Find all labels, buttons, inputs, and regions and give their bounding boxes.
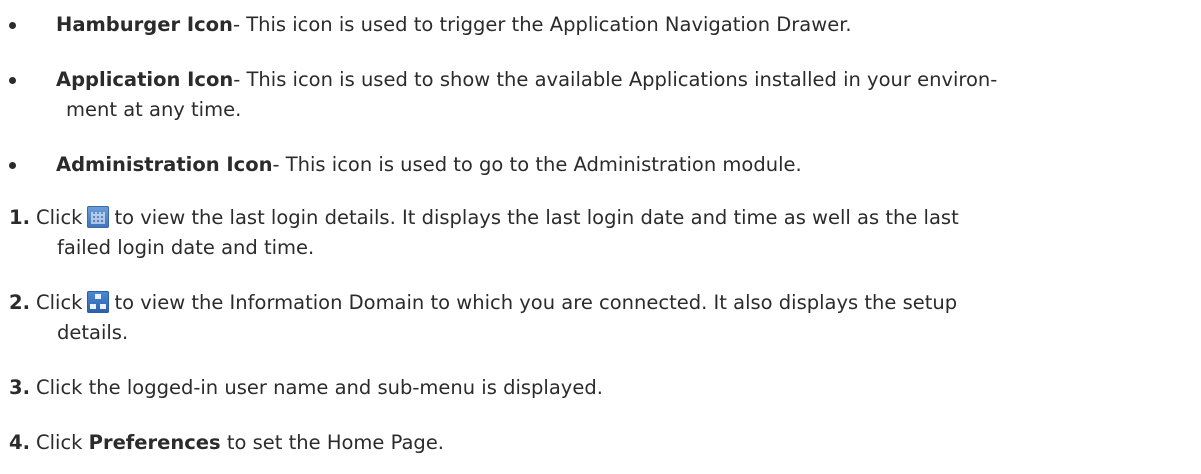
bullet-text: Hamburger Icon- This icon is used to tri…	[56, 10, 1187, 40]
bullet-continuation-text: ment at any time.	[66, 98, 242, 121]
bullet-title: Application Icon	[56, 68, 234, 91]
step-number: 3.	[9, 376, 30, 399]
document-body: Hamburger Icon- This icon is used to tri…	[0, 0, 1201, 474]
step-description: Click the logged-in user name and sub-me…	[36, 376, 603, 399]
step-continuation-text: details.	[57, 321, 129, 344]
bullet-dot	[9, 77, 16, 84]
step-number: 4.	[9, 431, 30, 454]
step-prefix: Click	[36, 206, 83, 229]
bullet-description: - This icon is used to go to the Adminis…	[272, 153, 802, 176]
bullet-text: Administration Icon- This icon is used t…	[56, 150, 1187, 180]
step-description: to set the Home Page.	[226, 431, 445, 454]
bullet-dot	[9, 22, 16, 29]
bullet-title: Administration Icon	[56, 153, 273, 176]
step-description: to view the Information Domain to which …	[114, 291, 958, 314]
bullet-description: - This icon is used to trigger the Appli…	[232, 13, 852, 36]
step-text: Click to view the Information Domain to w…	[36, 288, 957, 318]
step-prefix: Click	[36, 291, 83, 314]
step-text: Click Preferences to set the Home Page.	[36, 428, 444, 458]
step-continuation-text: failed login date and time.	[57, 236, 315, 259]
bullet-title: Hamburger Icon	[56, 13, 233, 36]
information-domain-icon[interactable]	[87, 291, 110, 313]
step-prefix: Click	[36, 431, 83, 454]
step-number: 1.	[9, 206, 30, 229]
step-number: 2.	[9, 291, 30, 314]
bullet-description: - This icon is used to show the availabl…	[233, 68, 998, 91]
preferences-label: Preferences	[88, 431, 221, 454]
bullet-text: Application Icon- This icon is used to s…	[56, 65, 1187, 95]
step-description: to view the last login details. It displ…	[114, 206, 959, 229]
bullet-dot	[9, 162, 16, 169]
calendar-icon[interactable]	[87, 206, 110, 228]
step-text: Click to view the last login details. It …	[36, 203, 959, 233]
